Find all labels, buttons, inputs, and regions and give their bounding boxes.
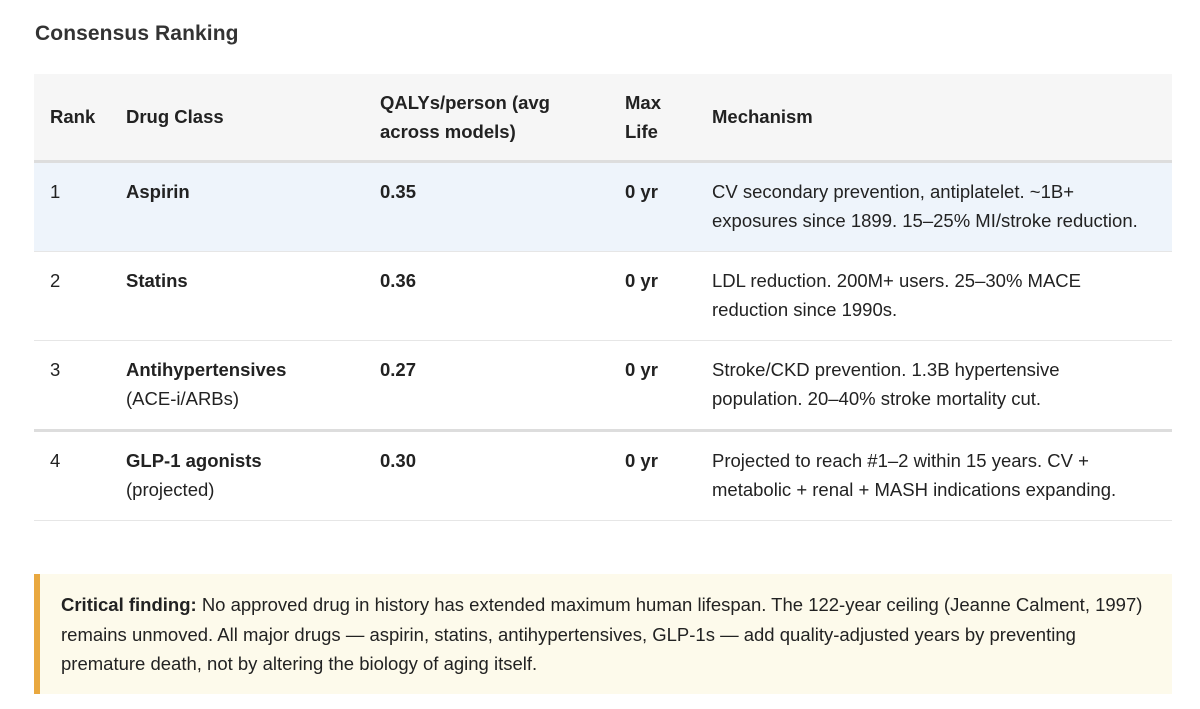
ranking-section: Consensus Ranking Rank Drug Class QALYs/… bbox=[0, 0, 1200, 709]
drug-name: Antihypertensives bbox=[126, 358, 287, 380]
callout-label: Critical finding: bbox=[61, 594, 197, 615]
mechanism-cell: Projected to reach #1–2 within 15 years.… bbox=[696, 430, 1172, 521]
consensus-ranking-table: Rank Drug Class QALYs/person (avg across… bbox=[34, 74, 1172, 521]
mechanism-cell: CV secondary prevention, antiplatelet. ~… bbox=[696, 161, 1172, 252]
header-mechanism: Mechanism bbox=[696, 74, 1172, 163]
critical-finding-callout: Critical finding: No approved drug in hi… bbox=[34, 574, 1172, 694]
drug-class-cell: Statins bbox=[110, 251, 364, 341]
mechanism-cell: LDL reduction. 200M+ users. 25–30% MACE … bbox=[696, 251, 1172, 341]
drug-name: Aspirin bbox=[126, 180, 190, 202]
callout-text: No approved drug in history has extended… bbox=[61, 594, 1143, 674]
mechanism-cell: Stroke/CKD prevention. 1.3B hypertensive… bbox=[696, 340, 1172, 432]
qalys-cell: 0.30 bbox=[364, 430, 609, 521]
header-rank: Rank bbox=[34, 74, 110, 163]
qalys-cell: 0.35 bbox=[364, 161, 609, 252]
table-row: 1 Aspirin 0.35 0 yr CV secondary prevent… bbox=[34, 161, 1172, 252]
max-life-cell: 0 yr bbox=[609, 251, 696, 341]
drug-subtitle: (projected) bbox=[126, 478, 215, 500]
table-row: 4 GLP-1 agonists (projected) 0.30 0 yr Pr… bbox=[34, 430, 1172, 521]
drug-name: GLP-1 agonists bbox=[126, 449, 262, 471]
section-title: Consensus Ranking bbox=[35, 22, 239, 45]
header-drug-class: Drug Class bbox=[110, 74, 364, 163]
max-life-cell: 0 yr bbox=[609, 161, 696, 252]
drug-class-cell: Aspirin bbox=[110, 161, 364, 252]
drug-subtitle: (ACE-i/ARBs) bbox=[126, 387, 240, 409]
header-qalys: QALYs/person (avg across models) bbox=[364, 74, 609, 163]
table-row: 3 Antihypertensives (ACE-i/ARBs) 0.27 0 y… bbox=[34, 340, 1172, 432]
table-row: 2 Statins 0.36 0 yr LDL reduction. 200M+… bbox=[34, 251, 1172, 341]
rank-cell: 2 bbox=[34, 251, 110, 341]
drug-class-cell: GLP-1 agonists (projected) bbox=[110, 430, 364, 521]
table-header-row: Rank Drug Class QALYs/person (avg across… bbox=[34, 74, 1172, 163]
max-life-cell: 0 yr bbox=[609, 430, 696, 521]
drug-class-cell: Antihypertensives (ACE-i/ARBs) bbox=[110, 340, 364, 432]
rank-cell: 4 bbox=[34, 430, 110, 521]
max-life-cell: 0 yr bbox=[609, 340, 696, 432]
drug-name: Statins bbox=[126, 269, 188, 291]
rank-cell: 1 bbox=[34, 161, 110, 252]
header-max-life: Max Life bbox=[609, 74, 696, 163]
qalys-cell: 0.27 bbox=[364, 340, 609, 432]
rank-cell: 3 bbox=[34, 340, 110, 432]
qalys-cell: 0.36 bbox=[364, 251, 609, 341]
